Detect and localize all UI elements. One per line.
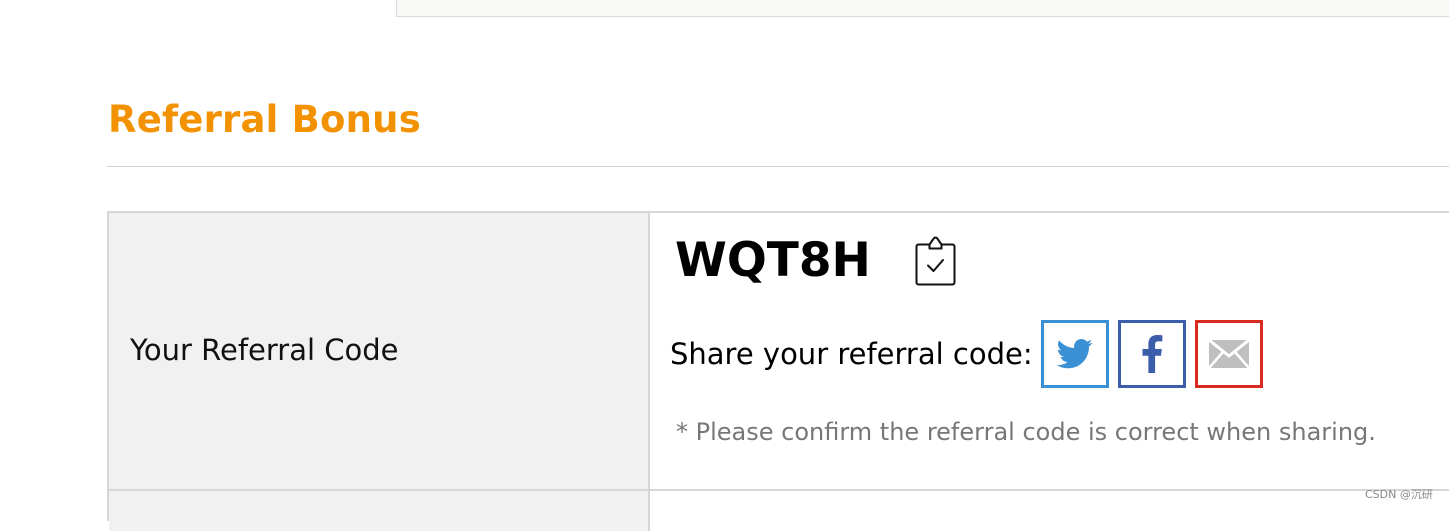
top-panel xyxy=(396,0,1449,17)
referral-code-label: Your Referral Code xyxy=(130,333,399,367)
next-row-label-cell xyxy=(109,491,650,531)
share-note: * Please confirm the referral code is co… xyxy=(676,418,1376,446)
section-title: Referral Bonus xyxy=(108,98,421,141)
clipboard-check-icon xyxy=(915,236,956,286)
share-label: Share your referral code: xyxy=(670,337,1033,371)
section-divider xyxy=(107,166,1449,167)
share-row: Share your referral code: xyxy=(670,319,1272,389)
referral-code-value-cell: WQT8H Share your referral code: * Please… xyxy=(650,213,1449,489)
share-twitter-button[interactable] xyxy=(1040,320,1109,388)
referral-code-label-cell: Your Referral Code xyxy=(109,213,650,489)
copy-code-button[interactable] xyxy=(914,235,957,287)
twitter-icon xyxy=(1056,339,1093,369)
referral-code-value: WQT8H xyxy=(675,233,871,288)
mail-icon xyxy=(1207,339,1250,369)
share-email-button[interactable] xyxy=(1194,320,1263,388)
facebook-icon xyxy=(1142,335,1162,373)
watermark: CSDN @沉研 xyxy=(1365,488,1433,501)
referral-table: Your Referral Code WQT8H Share your refe… xyxy=(107,211,1449,531)
share-facebook-button[interactable] xyxy=(1117,320,1186,388)
